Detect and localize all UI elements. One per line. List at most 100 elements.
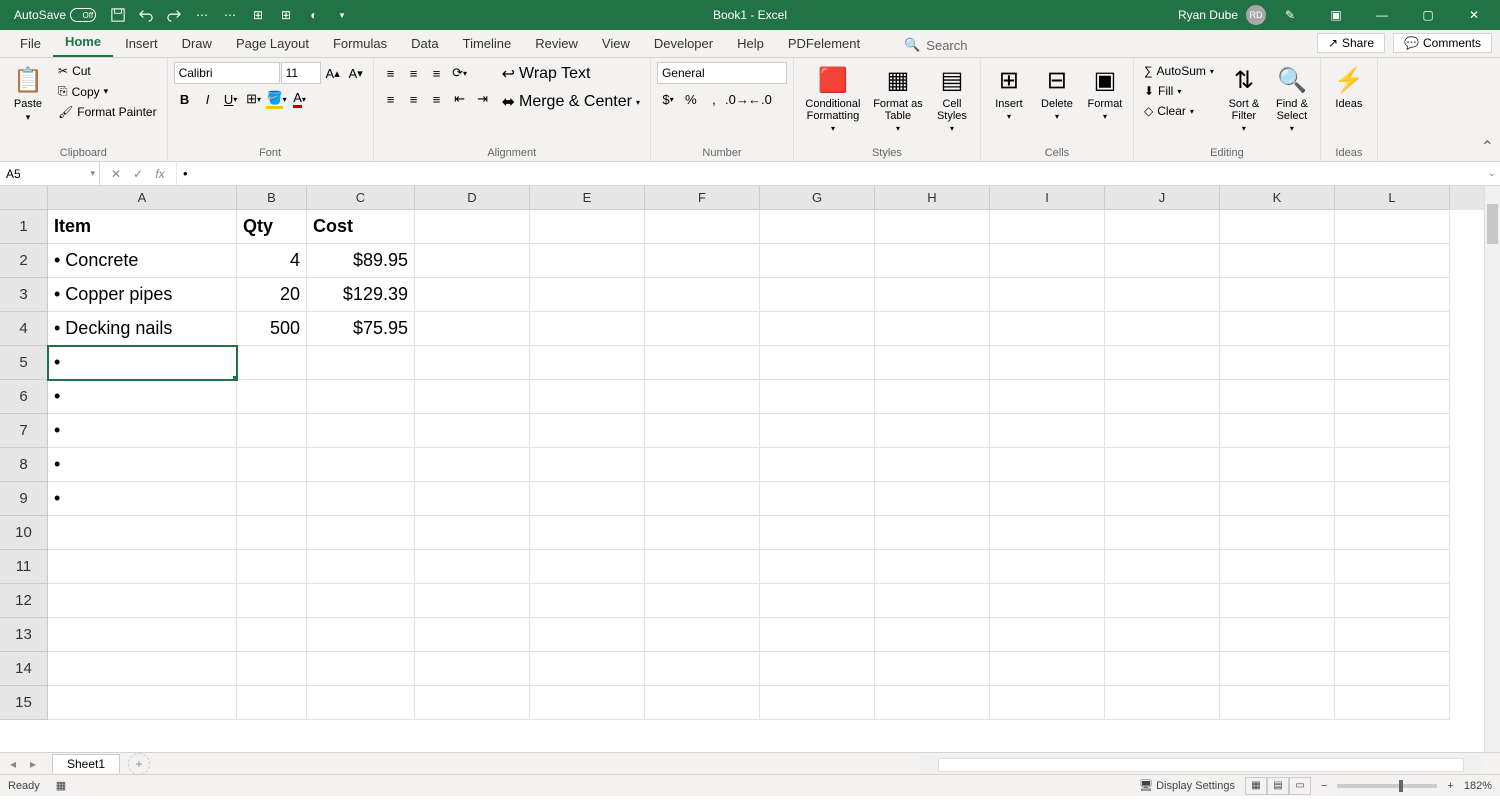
column-header[interactable]: G [760, 186, 875, 210]
tab-draw[interactable]: Draw [170, 30, 224, 57]
cell[interactable] [237, 516, 307, 550]
cell[interactable] [875, 312, 990, 346]
cell[interactable] [415, 448, 530, 482]
cell[interactable] [307, 380, 415, 414]
cell[interactable] [760, 448, 875, 482]
expand-formula-icon[interactable]: ⌄ [1488, 168, 1496, 179]
tab-insert[interactable]: Insert [113, 30, 170, 57]
cell[interactable] [1220, 448, 1335, 482]
cell[interactable] [875, 380, 990, 414]
align-bottom-icon[interactable]: ≡ [426, 62, 448, 84]
cell[interactable] [415, 652, 530, 686]
cell[interactable] [237, 550, 307, 584]
page-layout-view-icon[interactable]: ▤ [1267, 777, 1289, 795]
autosave-toggle[interactable]: AutoSave Off [8, 8, 102, 22]
qat-icon[interactable]: ⋯ [218, 3, 242, 27]
cell[interactable] [875, 482, 990, 516]
save-icon[interactable] [106, 3, 130, 27]
cell[interactable] [760, 482, 875, 516]
delete-cells-button[interactable]: ⊟Delete▾ [1035, 62, 1079, 123]
cell[interactable] [760, 584, 875, 618]
cell[interactable] [760, 312, 875, 346]
formula-input[interactable]: •⌄ [177, 162, 1500, 185]
user-avatar[interactable]: RD [1246, 5, 1266, 25]
collapse-ribbon-icon[interactable]: ⌃ [1481, 137, 1494, 157]
maximize-icon[interactable]: ▢ [1406, 0, 1450, 30]
bold-button[interactable]: B [174, 88, 196, 110]
cell[interactable] [307, 652, 415, 686]
cell[interactable] [1105, 414, 1220, 448]
zoom-slider[interactable] [1337, 784, 1437, 788]
cell[interactable] [307, 584, 415, 618]
cell[interactable] [760, 652, 875, 686]
cell[interactable] [415, 414, 530, 448]
cell[interactable] [990, 584, 1105, 618]
name-box[interactable]: A5 [0, 162, 100, 185]
cell[interactable] [1220, 686, 1335, 720]
tab-review[interactable]: Review [523, 30, 590, 57]
cell[interactable] [990, 652, 1105, 686]
cell[interactable] [1335, 550, 1450, 584]
row-header[interactable]: 15 [0, 686, 48, 720]
cell[interactable] [1105, 618, 1220, 652]
cell[interactable]: • [48, 380, 237, 414]
row-header[interactable]: 13 [0, 618, 48, 652]
zoom-level[interactable]: 182% [1464, 780, 1492, 792]
cell[interactable] [1105, 686, 1220, 720]
cell[interactable]: 20 [237, 278, 307, 312]
cell[interactable] [1105, 482, 1220, 516]
cell[interactable] [1335, 584, 1450, 618]
conditional-formatting-button[interactable]: 🟥Conditional Formatting▾ [800, 62, 866, 135]
cell[interactable] [237, 346, 307, 380]
cell[interactable]: • Concrete [48, 244, 237, 278]
orientation-icon[interactable]: ⟳▾ [449, 62, 471, 84]
cell[interactable] [237, 584, 307, 618]
cell[interactable] [530, 482, 645, 516]
cell[interactable] [760, 618, 875, 652]
cell[interactable] [1220, 414, 1335, 448]
font-size-select[interactable] [281, 62, 321, 84]
cell[interactable] [237, 686, 307, 720]
cell[interactable] [1105, 652, 1220, 686]
cell[interactable] [990, 210, 1105, 244]
cell[interactable] [760, 686, 875, 720]
cell[interactable] [530, 210, 645, 244]
cell[interactable] [1220, 278, 1335, 312]
decrease-font-icon[interactable]: A▾ [345, 62, 367, 84]
cell[interactable] [875, 278, 990, 312]
cell[interactable] [990, 380, 1105, 414]
prev-sheet-icon[interactable]: ◂ [4, 755, 22, 773]
cell[interactable] [875, 550, 990, 584]
cell[interactable] [645, 482, 760, 516]
cell[interactable] [307, 414, 415, 448]
cell[interactable] [1335, 312, 1450, 346]
find-select-button[interactable]: 🔍Find & Select▾ [1270, 62, 1314, 135]
cell[interactable] [645, 550, 760, 584]
cell[interactable] [760, 380, 875, 414]
cell[interactable] [645, 448, 760, 482]
cell[interactable] [875, 686, 990, 720]
cell[interactable] [875, 516, 990, 550]
decrease-decimal-icon[interactable]: ←.0 [749, 88, 771, 110]
cell[interactable] [990, 244, 1105, 278]
cell[interactable] [415, 584, 530, 618]
cell[interactable] [1105, 516, 1220, 550]
cell-styles-button[interactable]: ▤Cell Styles▾ [930, 62, 974, 135]
column-header[interactable]: L [1335, 186, 1450, 210]
row-header[interactable]: 4 [0, 312, 48, 346]
cell[interactable] [645, 414, 760, 448]
italic-button[interactable]: I [197, 88, 219, 110]
search-box[interactable]: 🔍 Search [892, 33, 979, 57]
redo-icon[interactable] [162, 3, 186, 27]
row-header[interactable]: 6 [0, 380, 48, 414]
accounting-icon[interactable]: $▾ [657, 88, 679, 110]
cell[interactable] [530, 414, 645, 448]
cell[interactable] [645, 244, 760, 278]
cell[interactable]: • [48, 414, 237, 448]
sheet-tab[interactable]: Sheet1 [52, 754, 120, 773]
mode-icon[interactable]: ✎ [1268, 0, 1312, 30]
cell[interactable] [530, 550, 645, 584]
cell[interactable] [1335, 244, 1450, 278]
fill-color-button[interactable]: 🪣▾ [266, 88, 288, 110]
percent-icon[interactable]: % [680, 88, 702, 110]
